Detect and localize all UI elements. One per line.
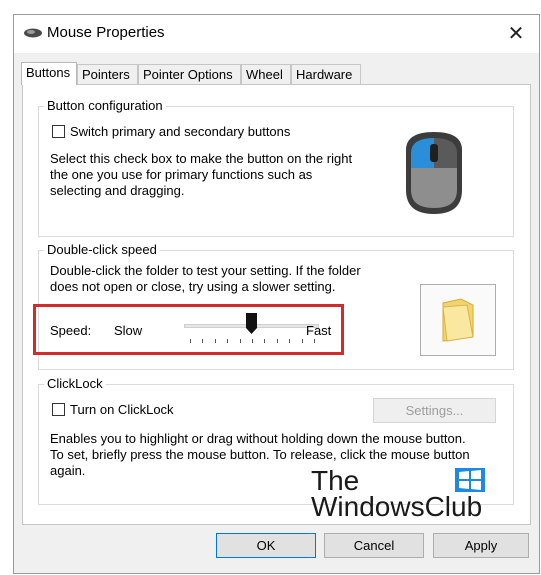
slider-tick [190,339,191,343]
tab-hardware[interactable]: Hardware [291,64,361,84]
double-click-description-line-2: does not open or close, try using a slow… [50,279,336,294]
slider-tick [314,339,315,343]
slow-label: Slow [114,323,143,338]
windows-logo-icon [455,468,485,495]
switch-buttons-checkbox[interactable] [52,125,65,138]
slider-tick [239,339,241,343]
title-bar: Mouse Properties ✕ [14,15,539,53]
double-click-speed-legend: Double-click speed [44,242,160,257]
clicklock-settings-button[interactable]: Settings... [373,398,496,423]
slider-tick [289,339,291,343]
speed-slider-thumb[interactable] [246,313,257,335]
fast-label: Fast [306,323,332,338]
switch-buttons-label: Switch primary and secondary buttons [70,124,291,139]
button-configuration-legend: Button configuration [44,98,166,113]
clicklock-label: Turn on ClickLock [70,402,174,417]
button-config-description-line-2: the one you use for primary functions su… [50,167,313,182]
mouse-illustration [369,110,500,232]
clicklock-description-line-2: To set, briefly press the mouse button. … [50,447,470,462]
tab-pointer-options[interactable]: Pointer Options [138,64,241,84]
speed-highlight-box: Speed: Slow Fast [33,304,344,355]
double-click-description-line-1: Double-click the folder to test your set… [50,263,361,278]
slider-tick [252,339,253,343]
tab-buttons[interactable]: Buttons [21,62,77,85]
close-icon: ✕ [507,23,525,45]
clicklock-legend: ClickLock [44,376,106,391]
folder-icon [442,298,474,342]
clicklock-description-line-3: again. [50,463,86,478]
slider-tick [301,339,303,343]
window-title: Mouse Properties [47,24,165,41]
tab-wheel[interactable]: Wheel [241,64,291,84]
mouse-icon [406,132,462,214]
clicklock-description-line-1: Enables you to highlight or drag without… [50,431,466,446]
button-config-description-line-1: Select this check box to make the button… [50,151,353,166]
apply-button[interactable]: Apply [433,533,529,558]
close-button[interactable]: ✕ [493,15,539,53]
speed-label: Speed: [50,323,92,338]
test-folder[interactable] [420,284,496,356]
slider-tick [276,339,278,343]
ok-button[interactable]: OK [216,533,316,558]
button-config-description-line-3: selecting and dragging. [50,183,185,198]
mouse-app-icon [23,27,43,42]
tab-pointers[interactable]: Pointers [77,64,138,84]
cancel-button[interactable]: Cancel [324,533,424,558]
clicklock-checkbox[interactable] [52,403,65,416]
watermark-line-2: WindowsClub [311,491,483,522]
slider-tick [227,339,229,343]
slider-tick [214,339,216,343]
slider-tick [264,339,266,343]
slider-tick [202,339,204,343]
